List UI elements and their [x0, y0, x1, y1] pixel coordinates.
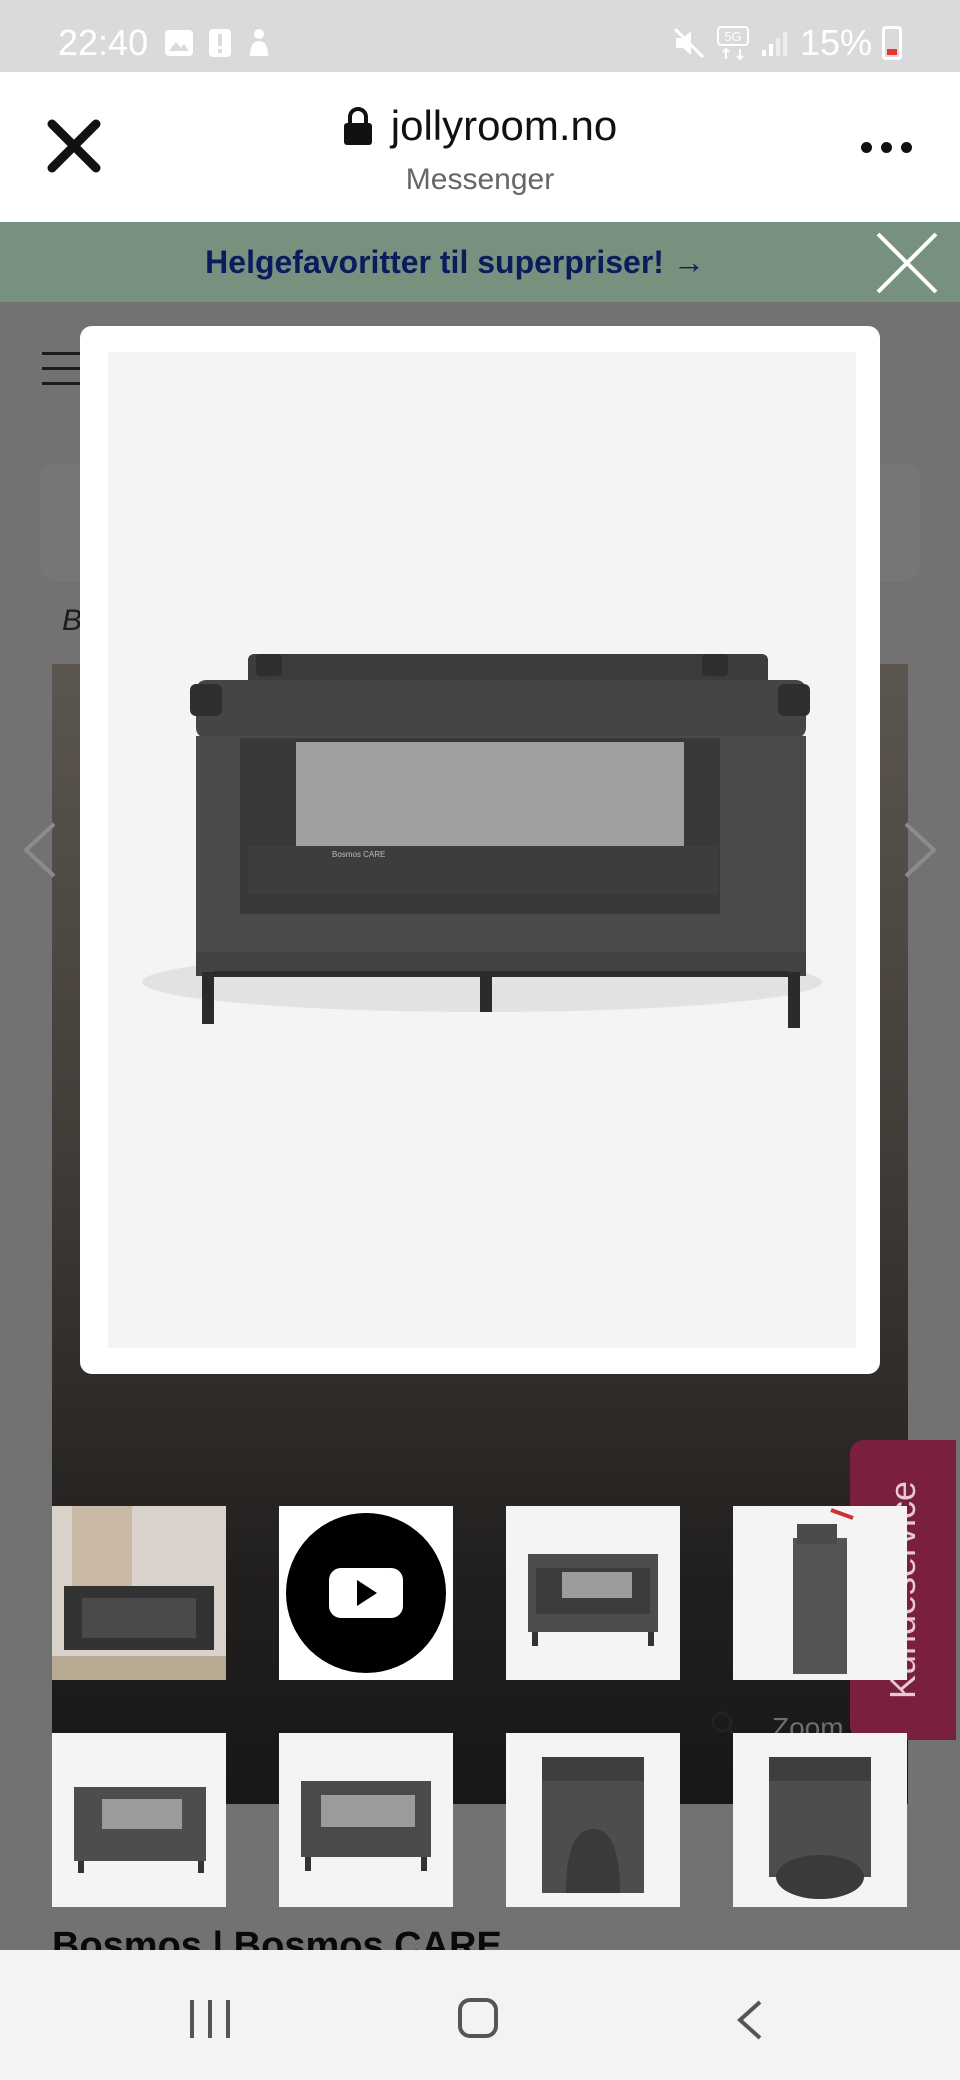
promo-banner[interactable]: Helgefavoritter til superpriser! →	[0, 222, 960, 302]
accessibility-icon	[250, 29, 268, 56]
thumb-cot-angle[interactable]	[279, 1733, 453, 1907]
url-text: jollyroom.no	[390, 102, 618, 149]
signal-icon	[761, 32, 787, 56]
thumb-cot-open[interactable]	[733, 1733, 907, 1907]
promo-close-icon[interactable]	[872, 228, 942, 298]
gallery-icon	[165, 30, 193, 56]
youtube-icon	[279, 1506, 453, 1680]
modal-product-image[interactable]: Bosmos CARE	[108, 352, 856, 1348]
thumb-cot-front[interactable]	[506, 1506, 680, 1680]
image-modal[interactable]: Bosmos CARE	[80, 326, 880, 1374]
recents-icon[interactable]	[190, 2000, 230, 2038]
cot-brand-print: Bosmos CARE	[332, 850, 385, 859]
thumb-cot-side[interactable]	[52, 1733, 226, 1907]
browser-subtitle: Messenger	[405, 163, 555, 196]
thumb-video[interactable]	[279, 1506, 453, 1680]
battery-percent: 15%	[799, 22, 872, 63]
status-bar: 22:40 5G 15%	[0, 0, 960, 72]
address[interactable]: jollyroom.no	[343, 102, 617, 150]
thumb-lifestyle[interactable]	[52, 1506, 226, 1680]
lock-icon	[343, 107, 372, 145]
battery-icon	[882, 26, 902, 60]
url-area[interactable]: jollyroom.no Messenger	[0, 102, 960, 197]
more-icon[interactable]	[861, 142, 912, 153]
alert-icon	[209, 29, 231, 57]
mute-icon	[673, 27, 704, 59]
status-icons-right: 5G 15%	[672, 22, 902, 64]
thumb-cot-end[interactable]	[506, 1733, 680, 1907]
promo-text[interactable]: Helgefavoritter til superpriser! →	[0, 244, 910, 281]
back-icon[interactable]	[734, 1998, 764, 2042]
thumb-folded[interactable]	[733, 1506, 907, 1680]
status-icons-left	[164, 28, 272, 58]
status-time: 22:40	[58, 22, 149, 63]
travel-cot-image: Bosmos CARE	[142, 654, 822, 1028]
browser-header: jollyroom.no Messenger	[0, 72, 960, 222]
5g-icon: 5G	[716, 26, 749, 61]
svg-text:5G: 5G	[724, 29, 741, 44]
home-icon[interactable]	[458, 1998, 498, 2038]
system-navbar	[0, 1950, 960, 2080]
